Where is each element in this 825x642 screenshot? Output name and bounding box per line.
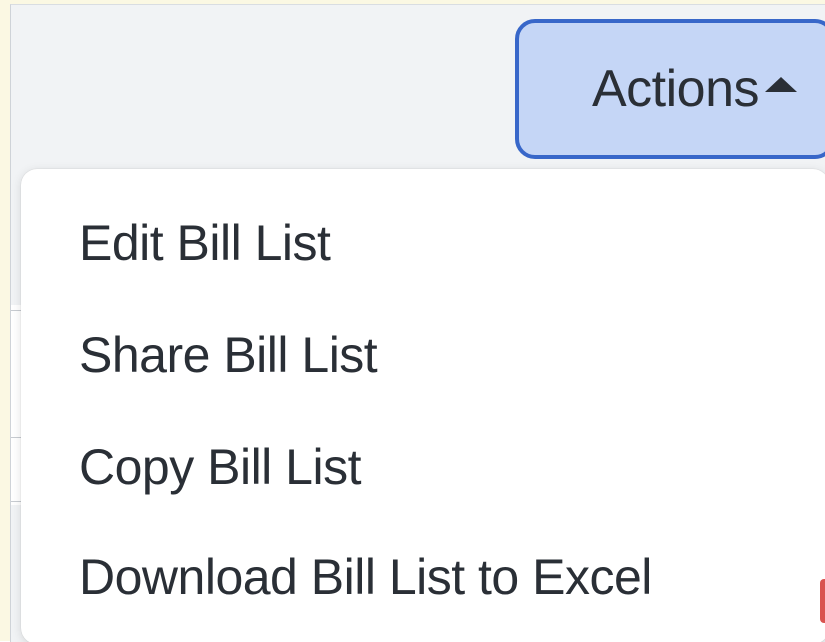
caret-up-icon: [765, 76, 797, 92]
menu-item-label: Edit Bill List: [79, 215, 331, 271]
page-background: Actions Edit Bill List Share Bill List C…: [10, 4, 825, 642]
menu-item-download-bill-list-to-excel[interactable]: Download Bill List to Excel: [21, 521, 825, 633]
menu-item-label: Download Bill List to Excel: [79, 549, 652, 605]
actions-button-label: Actions: [591, 60, 760, 118]
background-status-indicator: [820, 579, 825, 623]
menu-item-share-bill-list[interactable]: Share Bill List: [21, 299, 825, 411]
menu-item-label: Share Bill List: [79, 327, 378, 383]
menu-item-label: Copy Bill List: [79, 439, 362, 495]
actions-dropdown-menu: Edit Bill List Share Bill List Copy Bill…: [21, 169, 825, 642]
menu-item-copy-bill-list[interactable]: Copy Bill List: [21, 411, 825, 523]
menu-item-edit-bill-list[interactable]: Edit Bill List: [21, 187, 825, 299]
actions-button[interactable]: Actions: [515, 19, 825, 159]
